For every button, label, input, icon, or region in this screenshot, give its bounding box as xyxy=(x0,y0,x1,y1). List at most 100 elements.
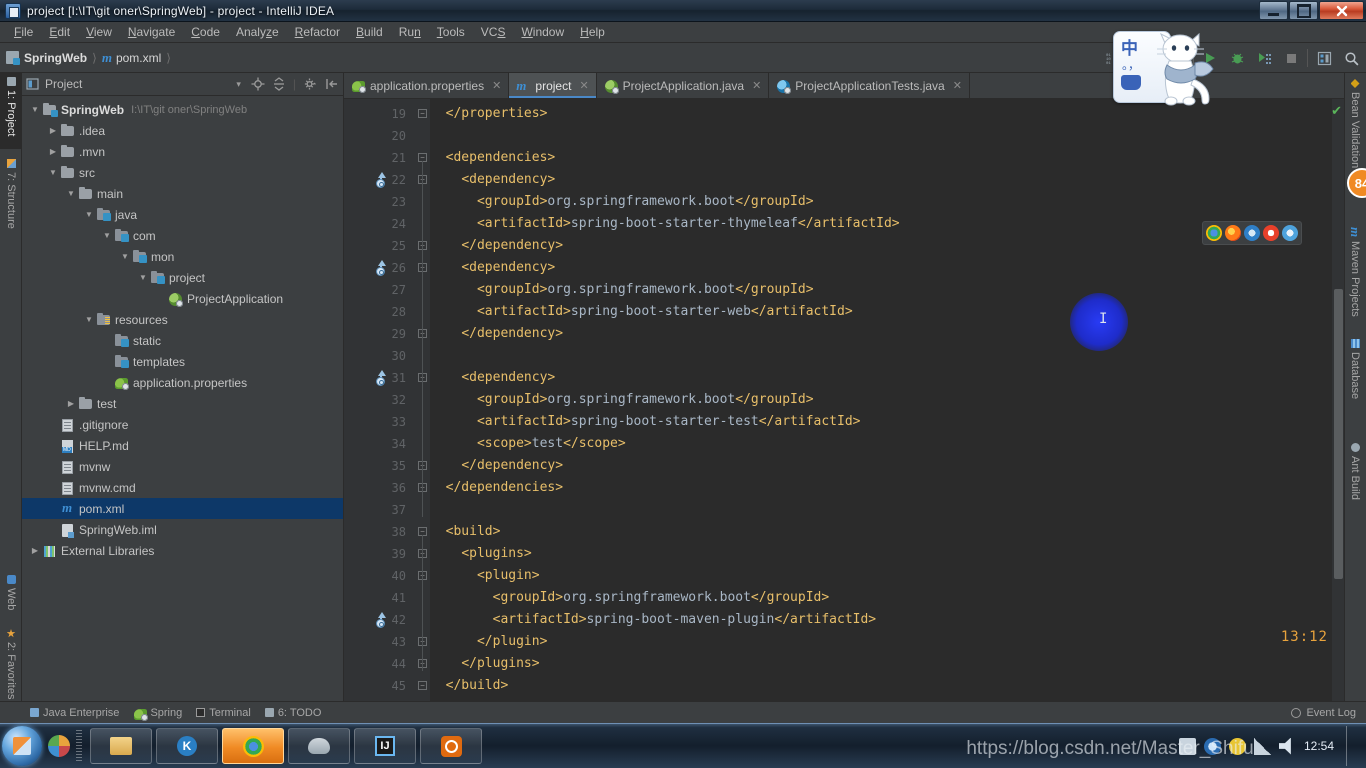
tree-item-springweb-iml[interactable]: SpringWeb.iml xyxy=(22,519,343,540)
chevron-right-icon[interactable]: ▶ xyxy=(28,546,42,555)
menu-help[interactable]: Help xyxy=(572,23,613,41)
sidebar-item-ant-build[interactable]: Ant Build xyxy=(1344,439,1366,521)
code-line[interactable]: <groupId>org.springframework.boot</group… xyxy=(430,389,814,411)
taskbar-button-clock-app[interactable] xyxy=(420,728,482,764)
start-orb-icon[interactable] xyxy=(2,726,42,766)
code-line[interactable]: <groupId>org.springframework.boot</group… xyxy=(430,279,814,301)
code-line[interactable]: <artifactId>spring-boot-starter-web</art… xyxy=(430,301,853,323)
sidebar-item-bean-validation[interactable]: Bean Validation xyxy=(1344,75,1366,183)
chevron-down-icon[interactable]: ▼ xyxy=(82,210,96,219)
scrollbar-thumb[interactable] xyxy=(1334,289,1343,579)
tab-close-icon[interactable]: ✕ xyxy=(752,79,761,92)
code-editor[interactable]: 19 20 21 22 23 24 25 26 27 28 29 30 31 32 33 34 35 36 37 38… xyxy=(344,99,1344,723)
tree-item-application-properties[interactable]: application.properties xyxy=(22,372,343,393)
menu-run[interactable]: Run xyxy=(391,23,429,41)
code-line[interactable]: <artifactId>spring-boot-starter-test</ar… xyxy=(430,411,861,433)
project-tree[interactable]: ▼ SpringWeb I:\IT\git oner\SpringWeb ▶ .idea… xyxy=(22,97,343,723)
event-log-button[interactable]: Event Log xyxy=(1291,707,1356,719)
opera-icon[interactable] xyxy=(1263,225,1279,241)
code-line[interactable]: </build> xyxy=(430,675,509,697)
ie-icon[interactable] xyxy=(1282,225,1298,241)
tree-item-projectapplication[interactable]: ProjectApplication xyxy=(22,288,343,309)
code-line[interactable]: <dependency> xyxy=(430,169,555,191)
tree-item-resources[interactable]: ▼ resources xyxy=(22,309,343,330)
notification-badge[interactable]: 84 xyxy=(1347,168,1366,198)
code-line[interactable]: <artifactId>spring-boot-maven-plugin</ar… xyxy=(430,609,877,631)
chevron-down-icon[interactable]: ▼ xyxy=(136,273,150,282)
project-structure-button[interactable] xyxy=(1313,47,1335,69)
editor-text[interactable]: </properties> <dependencies> <dependency… xyxy=(430,99,1344,723)
tab-project-pom[interactable]: m project ✕ xyxy=(509,73,597,98)
chevron-right-icon[interactable]: ▶ xyxy=(46,126,60,135)
menu-code[interactable]: Code xyxy=(183,23,228,41)
chevron-down-icon[interactable]: ▼ xyxy=(28,105,42,114)
tree-item-java[interactable]: ▼ java xyxy=(22,204,343,225)
taskbar-button-tortoise[interactable] xyxy=(288,728,350,764)
maven-dependency-icon[interactable] xyxy=(374,172,387,188)
maven-dependency-icon[interactable] xyxy=(374,370,387,386)
chevron-down-icon[interactable]: ▼ xyxy=(82,315,96,324)
menu-build[interactable]: Build xyxy=(348,23,391,41)
browser-preview-toolbar[interactable] xyxy=(1202,221,1302,245)
chevron-down-icon[interactable]: ▼ xyxy=(118,252,132,261)
safari-icon[interactable] xyxy=(1244,225,1260,241)
sidebar-item-structure[interactable]: 7: Structure xyxy=(0,155,22,247)
code-line[interactable]: </dependency> xyxy=(430,235,563,257)
chevron-down-icon[interactable]: ▾ xyxy=(236,79,241,90)
firefox-icon[interactable] xyxy=(1225,225,1241,241)
tree-item-test[interactable]: ▶ test xyxy=(22,393,343,414)
editor-scrollbar[interactable]: ✔ xyxy=(1331,99,1344,723)
tree-item-static[interactable]: static xyxy=(22,330,343,351)
taskbar-button-chrome[interactable] xyxy=(222,728,284,764)
taskbar-button-intellij-idea[interactable]: IJ xyxy=(354,728,416,764)
maximize-button[interactable] xyxy=(1289,1,1318,20)
menu-refactor[interactable]: Refactor xyxy=(287,23,348,41)
tree-item--idea[interactable]: ▶ .idea xyxy=(22,120,343,141)
minimize-button[interactable] xyxy=(1259,1,1288,20)
stop-button[interactable] xyxy=(1280,47,1302,69)
menu-tools[interactable]: Tools xyxy=(429,23,473,41)
menu-window[interactable]: Window xyxy=(513,23,572,41)
code-fold-toggle[interactable]: − xyxy=(418,109,427,118)
tree-item-templates[interactable]: templates xyxy=(22,351,343,372)
chevron-right-icon[interactable]: ▶ xyxy=(46,147,60,156)
inspection-status-icon[interactable]: ✔ xyxy=(1331,103,1342,119)
menu-view[interactable]: View xyxy=(78,23,120,41)
taskbar-clock[interactable]: 12:54 xyxy=(1304,739,1334,753)
maven-dependency-icon[interactable] xyxy=(374,260,387,276)
editor-gutter[interactable]: 19 20 21 22 23 24 25 26 27 28 29 30 31 32 33 34 35 36 37 38… xyxy=(344,99,414,723)
tree-item-project[interactable]: ▼ project xyxy=(22,267,343,288)
ime-floating-bar[interactable]: 中 。， xyxy=(1113,31,1221,107)
network-icon[interactable] xyxy=(1253,737,1271,755)
breadcrumb-file[interactable]: m pom.xml xyxy=(102,50,161,66)
menu-edit[interactable]: Edit xyxy=(41,23,78,41)
windows-media-icon[interactable] xyxy=(48,735,70,757)
volume-icon[interactable] xyxy=(1278,737,1291,755)
tree-item-mvnw-cmd[interactable]: mvnw.cmd xyxy=(22,477,343,498)
show-desktop-button[interactable] xyxy=(1346,726,1358,766)
tree-item-mon[interactable]: ▼ mon xyxy=(22,246,343,267)
tree-item-mvnw[interactable]: mvnw xyxy=(22,456,343,477)
code-line[interactable]: <build> xyxy=(430,521,501,543)
sidebar-item-database[interactable]: Database xyxy=(1344,335,1366,431)
chrome-icon[interactable] xyxy=(1206,225,1222,241)
breadcrumb-project[interactable]: SpringWeb xyxy=(6,51,87,65)
code-line[interactable]: </dependency> xyxy=(430,323,563,345)
menu-vcs[interactable]: VCS xyxy=(473,23,514,41)
editor-fold-column[interactable]: −−−−−−−−−−−−−−− xyxy=(414,99,430,723)
tree-item-main[interactable]: ▼ main xyxy=(22,183,343,204)
tree-item-pom-xml[interactable]: m pom.xml xyxy=(22,498,343,519)
menu-navigate[interactable]: Navigate xyxy=(120,23,183,41)
taskbar-button-explorer[interactable] xyxy=(90,728,152,764)
chevron-down-icon[interactable]: ▼ xyxy=(64,189,78,198)
tree-item-com[interactable]: ▼ com xyxy=(22,225,343,246)
tab-close-icon[interactable]: ✕ xyxy=(492,79,501,92)
code-line[interactable]: </properties> xyxy=(430,103,548,125)
code-line[interactable]: <dependency> xyxy=(430,367,555,389)
soft-keyboard-icon[interactable] xyxy=(1121,75,1141,90)
search-everywhere-button[interactable] xyxy=(1340,47,1362,69)
show-hidden-icon[interactable] xyxy=(1228,737,1246,755)
bottom-item-java-enterprise[interactable]: Java Enterprise xyxy=(30,707,119,719)
debug-button[interactable] xyxy=(1226,47,1248,69)
chevron-right-icon[interactable]: ▶ xyxy=(64,399,78,408)
